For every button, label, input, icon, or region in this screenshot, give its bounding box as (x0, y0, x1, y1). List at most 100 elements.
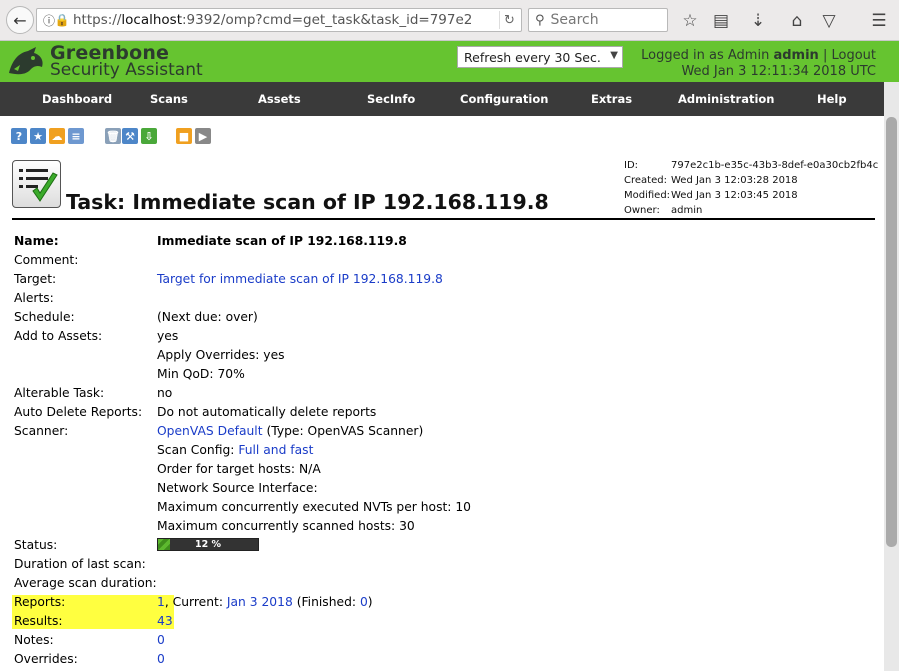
current-report-link[interactable]: Jan 3 2018 (227, 595, 293, 609)
results-link[interactable]: 43 (157, 614, 173, 628)
app-header: Greenbone Security Assistant Refresh eve… (0, 41, 899, 82)
label-auto-delete: Auto Delete Reports: (14, 405, 143, 419)
label-duration-last: Duration of last scan: (14, 557, 146, 571)
separator: | (822, 48, 828, 63)
search-placeholder: Search (550, 12, 599, 28)
menu-configuration[interactable]: Configuration (460, 92, 548, 106)
refresh-selected-value: Refresh every 30 Sec. (464, 50, 601, 65)
status-progress-bar[interactable]: 12 % (157, 538, 259, 551)
search-icon: ⚲ (535, 12, 545, 28)
main-menu: Dashboard Scans Assets SecInfo Configura… (0, 82, 884, 116)
value-name: Immediate scan of IP 192.168.119.8 (157, 234, 407, 248)
user-role: Admin (727, 48, 770, 63)
stop-icon[interactable]: ■ (176, 128, 192, 144)
target-link[interactable]: Target for immediate scan of IP 192.168.… (157, 272, 443, 286)
notes-link[interactable]: 0 (157, 633, 165, 647)
value-scan-config: Scan Config: Full and fast (157, 443, 313, 457)
reports-count-link[interactable]: 1 (157, 595, 165, 609)
label-schedule: Schedule: (14, 310, 75, 324)
label-overrides: Overrides: (14, 652, 78, 666)
value-add-to-assets: yes (157, 329, 179, 343)
hamburger-menu-icon[interactable]: ☰ (868, 10, 890, 32)
brand-subtitle: Security Assistant (50, 60, 203, 80)
browser-toolbar: ← ⓘ 🔒 https://localhost:9392/omp?cmd=get… (0, 0, 899, 41)
search-input[interactable]: ⚲ Search (528, 8, 668, 32)
scrollbar-thumb[interactable] (886, 117, 897, 547)
current-datetime: Wed Jan 3 12:11:34 2018 UTC (681, 64, 876, 79)
value-min-qod: Min QoD: 70% (157, 367, 245, 381)
scan-config-link[interactable]: Full and fast (238, 443, 313, 457)
advanced-wizard-icon[interactable]: ☁ (49, 128, 65, 144)
task-owner: Owner: admin (624, 205, 703, 216)
task-created: Created: Wed Jan 3 12:03:28 2018 (624, 175, 798, 186)
label-results: Results: (14, 614, 63, 628)
resume-icon[interactable]: ▶ (195, 128, 211, 144)
label-status: Status: (14, 538, 58, 552)
label-name: Name: (14, 234, 59, 248)
value-scanner: OpenVAS Default (Type: OpenVAS Scanner) (157, 424, 423, 438)
logged-in-label: Logged in as (641, 48, 724, 63)
value-apply-overrides: Apply Overrides: yes (157, 348, 285, 362)
username-link[interactable]: admin (773, 48, 818, 63)
value-max-hosts: Maximum concurrently scanned hosts: 30 (157, 519, 415, 533)
menu-assets[interactable]: Assets (258, 92, 301, 106)
scanner-type: (Type: OpenVAS Scanner) (262, 424, 424, 438)
label-add-to-assets: Add to Assets: (14, 329, 103, 343)
new-task-wizard-icon[interactable]: ★ (30, 128, 46, 144)
reload-icon[interactable]: ↻ (499, 11, 519, 29)
menu-dashboard[interactable]: Dashboard (42, 92, 112, 106)
label-alerts: Alerts: (14, 291, 54, 305)
label-alterable-task: Alterable Task: (14, 386, 105, 400)
label-notes: Notes: (14, 633, 54, 647)
task-id: ID: 797e2c1b-e35c-43b3-8def-e0a30cb2fb4c (624, 160, 879, 171)
reading-list-icon[interactable]: ▤ (710, 10, 732, 32)
value-order-hosts: Order for target hosts: N/A (157, 462, 321, 476)
url-bar[interactable]: ⓘ 🔒 https://localhost:9392/omp?cmd=get_t… (36, 8, 522, 32)
finished-reports-link[interactable]: 0 (360, 595, 368, 609)
value-max-nvts: Maximum concurrently executed NVTs per h… (157, 500, 471, 514)
list-icon[interactable]: ≡ (68, 128, 84, 144)
chevron-down-icon: ▼ (610, 50, 618, 61)
export-icon[interactable]: ⇩ (141, 128, 157, 144)
help-icon[interactable]: ? (11, 128, 27, 144)
reports-separator: , Current: (164, 595, 227, 609)
scanner-link[interactable]: OpenVAS Default (157, 424, 263, 438)
label-reports: Reports: (14, 595, 66, 609)
value-reports: 1, Current: Jan 3 2018 (Finished: 0) (157, 595, 373, 609)
scan-config-label: Scan Config: (157, 443, 239, 457)
finished-close: ) (367, 595, 373, 609)
menu-extras[interactable]: Extras (591, 92, 632, 106)
back-button[interactable]: ← (6, 6, 34, 34)
value-net-source-iface: Network Source Interface: (157, 481, 318, 495)
label-scanner: Scanner: (14, 424, 69, 438)
overrides-link[interactable]: 0 (157, 652, 165, 666)
menu-secinfo[interactable]: SecInfo (367, 92, 415, 106)
menu-help[interactable]: Help (817, 92, 847, 106)
finished-label: (Finished: (292, 595, 360, 609)
greenbone-logo (9, 47, 43, 75)
logout-link[interactable]: Logout (831, 48, 876, 63)
value-alterable-task: no (157, 386, 173, 400)
label-avg-duration: Average scan duration: (14, 576, 157, 590)
title-divider (12, 218, 875, 220)
download-icon[interactable]: ⇣ (747, 10, 769, 32)
value-schedule: (Next due: over) (157, 310, 258, 324)
task-modified: Modified:Wed Jan 3 12:03:45 2018 (624, 190, 798, 201)
menu-scans[interactable]: Scans (150, 92, 188, 106)
login-info: Logged in as Admin admin | Logout (641, 48, 876, 63)
refresh-interval-select[interactable]: Refresh every 30 Sec. ▼ (457, 46, 623, 68)
progress-text: 12 % (194, 539, 222, 550)
lock-icon[interactable]: 🔒 (55, 12, 70, 28)
home-icon[interactable]: ⌂ (786, 10, 808, 32)
trashcan-icon[interactable]: 🗑 (105, 128, 121, 144)
value-auto-delete: Do not automatically delete reports (157, 405, 377, 419)
pocket-icon[interactable]: ▽ (818, 10, 840, 32)
page-title: Task: Immediate scan of IP 192.168.119.8 (66, 190, 549, 214)
label-comment: Comment: (14, 253, 79, 267)
url-text[interactable]: https://localhost:9392/omp?cmd=get_task&… (73, 12, 473, 28)
menu-administration[interactable]: Administration (678, 92, 775, 106)
bookmark-star-icon[interactable]: ☆ (679, 10, 701, 32)
arrow-left-icon: ← (13, 10, 27, 30)
edit-icon[interactable]: ⚒ (122, 128, 138, 144)
task-icon (12, 160, 61, 208)
